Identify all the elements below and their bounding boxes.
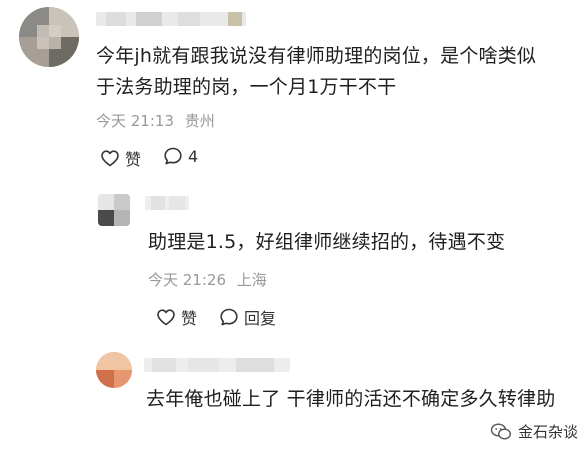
reply-text: 助理是1.5，好组律师继续招的，待遇不变 bbox=[148, 231, 506, 253]
avatar[interactable] bbox=[96, 352, 132, 388]
reply-meta: 今天 21:26 上海 bbox=[148, 269, 267, 290]
username-redacted[interactable] bbox=[145, 196, 189, 210]
comment-bubble-icon bbox=[220, 308, 238, 326]
comment-meta: 今天 21:13 贵州 bbox=[96, 110, 215, 131]
like-button[interactable]: 赞 bbox=[100, 146, 141, 170]
reply-text: 去年俺也碰上了 干律师的活还不确定多久转律助 bbox=[146, 388, 556, 410]
like-label: 赞 bbox=[125, 150, 142, 169]
avatar[interactable] bbox=[98, 194, 130, 226]
comment-text: 今年jh就有跟我说没有律师助理的岗位，是个啥类似于法务助理的岗，一个月1万干不干 bbox=[96, 45, 537, 98]
like-label: 赞 bbox=[181, 309, 198, 328]
avatar[interactable] bbox=[19, 7, 79, 67]
comment-location: 贵州 bbox=[184, 112, 215, 130]
watermark: 金石杂谈 bbox=[490, 421, 578, 442]
comment-time: 今天 21:13 bbox=[96, 112, 174, 130]
watermark-text: 金石杂谈 bbox=[517, 423, 578, 441]
thumbs-up-icon bbox=[157, 309, 175, 326]
reply-button[interactable]: 回复 bbox=[219, 305, 276, 329]
reply-label: 回复 bbox=[244, 309, 277, 328]
username-redacted[interactable] bbox=[96, 12, 246, 26]
reply-count-button[interactable]: 4 bbox=[163, 146, 198, 166]
wechat-icon bbox=[490, 422, 511, 440]
reply-time: 今天 21:26 bbox=[148, 271, 226, 289]
reply-count: 4 bbox=[188, 146, 199, 166]
reply-location: 上海 bbox=[236, 271, 267, 289]
thumbs-up-icon bbox=[101, 150, 119, 167]
like-button[interactable]: 赞 bbox=[156, 305, 197, 329]
comment-bubble-icon bbox=[164, 147, 182, 165]
username-redacted[interactable] bbox=[144, 358, 290, 372]
